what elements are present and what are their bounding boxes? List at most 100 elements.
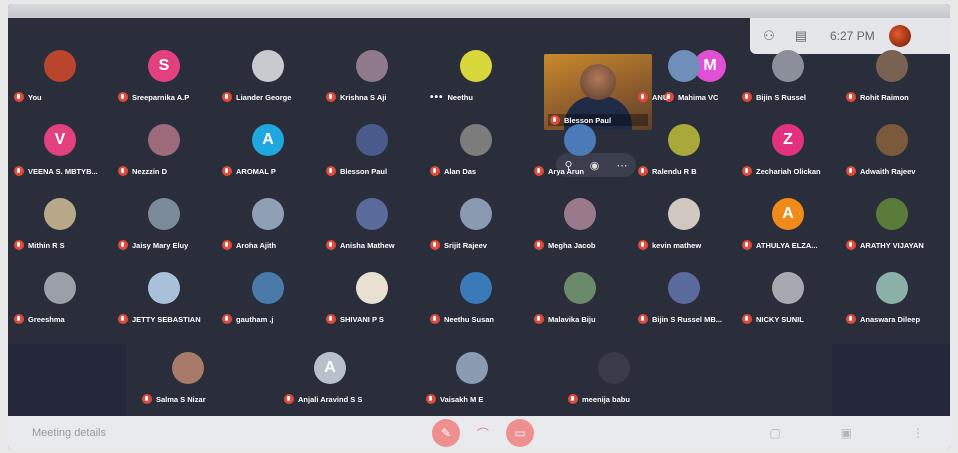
participant-name-row: Mithin R S [14,238,110,252]
mic-muted-icon [222,92,232,102]
participant-tile[interactable]: Z Zechariah Olickan [736,118,840,192]
participant-tile[interactable]: Mithin R S [8,192,112,266]
participant-tile[interactable]: kevin mathew [632,192,736,266]
participant-name-row: Greeshma [14,312,110,326]
participant-avatar: A [252,124,284,156]
participant-tile[interactable]: Salma S Nizar [136,346,240,420]
participant-tile[interactable]: Jaisy Mary Eluy [112,192,216,266]
participant-name-row: Krishna S Aji [326,90,422,104]
participant-name-row: VEENA S. MBTYB... [14,164,110,178]
participant-name-row: Zechariah Olickan [742,164,838,178]
participant-avatar [772,272,804,304]
participant-name-row: Rohit Raimon [846,90,942,104]
participant-name-row: ARATHY VIJAYAN [846,238,942,252]
participant-tile[interactable]: Rohit Raimon [840,44,944,118]
participant-name: NICKY SUNIL [756,314,804,324]
participant-tile[interactable]: Krishna S Aji [320,44,424,118]
participant-name: Greeshma [28,314,65,324]
mic-muted-icon [742,240,752,250]
participant-name: Sreeparnika A.P [132,92,190,102]
participant-tile[interactable]: NICKY SUNIL [736,266,840,340]
microphone-toggle-icon[interactable]: ✎ [432,419,460,447]
participant-avatar [876,50,908,82]
captions-icon[interactable]: ▢ [769,426,780,440]
participant-avatar [456,352,488,384]
participant-avatar [564,272,596,304]
participant-name: Blesson Paul [340,166,388,176]
mic-muted-icon [326,314,336,324]
participant-tile[interactable]: Blesson Paul [320,118,424,192]
present-icon[interactable]: ▣ [841,426,852,440]
participant-avatar: A [772,198,804,230]
participant-tile[interactable]: A Anjali Aravind S S [278,346,382,420]
camera-toggle-icon[interactable]: ▭ [506,419,534,447]
people-icon[interactable]: ⚇ [760,28,778,43]
participant-tile[interactable]: Liander George [216,44,320,118]
mic-muted-icon [118,314,128,324]
participant-avatar [772,50,804,82]
bottom-control-bar: Meeting details ✎ ⌒ ▭ ▢ ▣ ⋮ [8,416,950,450]
participant-tile[interactable]: Neethu Susan [424,266,528,340]
participant-tile[interactable]: S Sreeparnika A.P [112,44,216,118]
participant-tile[interactable]: Ralendu R B [632,118,736,192]
participant-name-row: SHIVANI P S [326,312,422,326]
participant-tile[interactable]: Alan Das [424,118,528,192]
mic-muted-icon [14,166,24,176]
participant-tile[interactable]: Bijin S Russel [736,44,840,118]
mic-muted-icon [534,166,544,176]
participant-name-row: Alan Das [430,164,526,178]
participant-tile[interactable]: Bijin S Russel MB... [632,266,736,340]
participant-tile[interactable]: Greeshma [8,266,112,340]
participant-tile[interactable]: A AROMAL P [216,118,320,192]
participant-name-row: Blesson Paul [326,164,422,178]
participant-tile[interactable]: ARATHY VIJAYAN [840,192,944,266]
mic-muted-icon [846,92,856,102]
participant-tile[interactable]: You [8,44,112,118]
participant-avatar [252,50,284,82]
participant-tile[interactable]: V VEENA S. MBTYB... [8,118,112,192]
participant-tile[interactable]: Adwaith Rajeev [840,118,944,192]
participant-tile[interactable]: Malavika Biju [528,266,632,340]
participant-tile[interactable]: Anisha Mathew [320,192,424,266]
participant-tile[interactable]: meenija babu [562,346,666,420]
participant-tile[interactable]: A ATHULYA ELZA... [736,192,840,266]
mic-muted-icon [846,314,856,324]
participant-avatar [460,50,492,82]
participant-name: Bijin S Russel MB... [652,314,723,324]
participant-name: Krishna S Aji [340,92,387,102]
participant-avatar [564,124,596,156]
participant-name-row: Jaisy Mary Eluy [118,238,214,252]
participant-tile[interactable]: Aroha Ajith [216,192,320,266]
more-menu-icon[interactable]: ⋮ [912,426,924,440]
participant-avatar [460,272,492,304]
mic-muted-icon [142,394,152,404]
participant-tile[interactable]: Arya Arun [528,118,632,192]
participant-tile[interactable]: SHIVANI P S [320,266,424,340]
participant-name-row: Adwaith Rajeev [846,164,942,178]
mic-muted-icon [846,166,856,176]
participant-name: Bijin S Russel [756,92,807,102]
participant-tile[interactable]: Megha Jacob [528,192,632,266]
participant-name: Adwaith Rajeev [860,166,916,176]
participant-name-row: Malavika Biju [534,312,630,326]
participant-tile[interactable]: ••• Neethu [424,44,528,118]
chat-icon[interactable]: ▤ [792,28,810,43]
participant-tile[interactable]: Anaswara Dileep [840,266,944,340]
mic-muted-icon [534,314,544,324]
meeting-details-button[interactable]: Meeting details [32,427,332,439]
participant-avatar [356,124,388,156]
participant-tile[interactable]: Nezzzin D [112,118,216,192]
participant-avatar [356,50,388,82]
participant-name-row: Nezzzin D [118,164,214,178]
hang-up-icon[interactable]: ⌒ [476,419,490,447]
mic-muted-icon [430,314,440,324]
participant-name-row: JETTY SEBASTIAN [118,312,214,326]
participant-tile[interactable]: Srijit Rajeev [424,192,528,266]
participant-name: Rohit Raimon [860,92,909,102]
participant-name: ANU [652,92,669,102]
participant-tile[interactable]: JETTY SEBASTIAN [112,266,216,340]
participant-name-row: Aroha Ajith [222,238,318,252]
participant-tile[interactable]: gautham .j [216,266,320,340]
participant-tile[interactable]: Vaisakh M E [420,346,524,420]
participant-tile[interactable]: ANU [632,44,736,118]
